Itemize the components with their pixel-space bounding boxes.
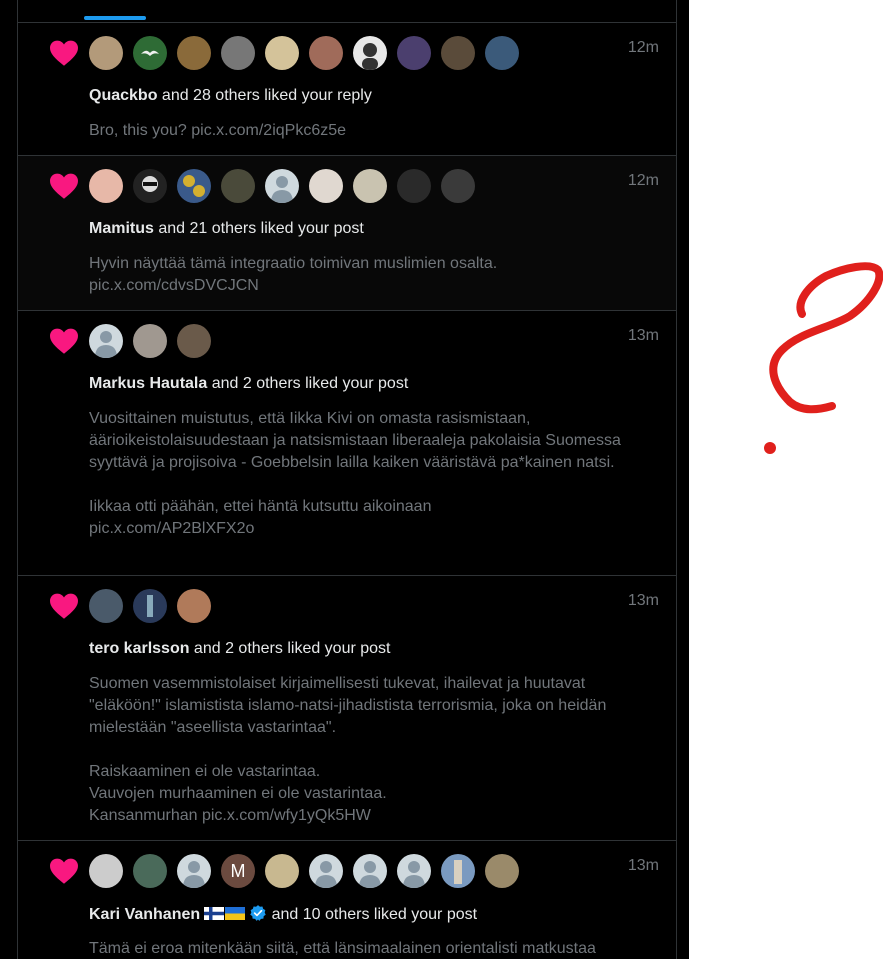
heart-icon (48, 855, 80, 887)
notification-summary: Quackbo and 28 others liked your reply (89, 87, 372, 105)
action-text: and 2 others liked your post (207, 375, 409, 392)
notifications-column: 12m Quackbo and 28 others liked your rep… (17, 0, 677, 959)
avatar[interactable] (221, 169, 255, 203)
notification-item[interactable]: 13m tero karlsson and 2 others liked you… (18, 576, 676, 841)
avatar[interactable] (177, 169, 211, 203)
notification-summary: tero karlsson and 2 others liked your po… (89, 640, 391, 658)
active-tab-indicator (84, 16, 146, 20)
default-avatar-icon[interactable] (353, 854, 387, 888)
default-avatar-icon[interactable] (89, 324, 123, 358)
tab-bar (18, 0, 676, 23)
avatar[interactable] (177, 589, 211, 623)
notification-item[interactable]: 12m Quackbo and 28 others liked your rep… (18, 23, 676, 156)
timestamp[interactable]: 13m (628, 327, 659, 345)
user-name[interactable]: Kari Vanhanen (89, 906, 200, 923)
avatar[interactable] (309, 36, 343, 70)
default-avatar-icon[interactable] (397, 854, 431, 888)
action-text: and 2 others liked your post (189, 640, 391, 657)
avatar[interactable] (221, 36, 255, 70)
avatar[interactable] (265, 36, 299, 70)
timestamp[interactable]: 13m (628, 592, 659, 610)
avatar[interactable] (309, 169, 343, 203)
action-text: and 21 others liked your post (153, 220, 364, 237)
avatar[interactable] (89, 854, 123, 888)
avatar[interactable] (133, 854, 167, 888)
avatar[interactable] (485, 36, 519, 70)
avatar[interactable] (441, 36, 475, 70)
ukraine-flag-icon (225, 907, 246, 920)
timestamp[interactable]: 12m (628, 172, 659, 190)
heart-icon (48, 37, 80, 69)
avatar-letter[interactable]: M (221, 854, 255, 888)
post-text[interactable]: Tämä ei eroa mitenkään siitä, että länsi… (89, 938, 629, 960)
notification-summary: Mamitus and 21 others liked your post (89, 220, 364, 238)
avatar[interactable] (441, 854, 475, 888)
avatar[interactable] (397, 36, 431, 70)
timestamp[interactable]: 12m (628, 39, 659, 57)
default-avatar-icon[interactable] (265, 169, 299, 203)
avatar[interactable] (397, 169, 431, 203)
notification-item[interactable]: 13m Markus Hautala and 2 others liked yo… (18, 311, 676, 576)
notifications-panel: 12m Quackbo and 28 others liked your rep… (0, 0, 689, 959)
timestamp[interactable]: 13m (628, 857, 659, 875)
avatar[interactable] (485, 854, 519, 888)
avatar[interactable] (177, 36, 211, 70)
avatar[interactable] (89, 589, 123, 623)
avatar[interactable] (177, 324, 211, 358)
notification-summary: Kari Vanhanen and 10 others liked your p… (89, 904, 477, 924)
avatar[interactable] (89, 36, 123, 70)
heart-icon (48, 170, 80, 202)
post-text[interactable]: Bro, this you? pic.x.com/2iqPkc6z5e (89, 120, 629, 142)
user-name[interactable]: Markus Hautala (89, 375, 207, 392)
avatar[interactable] (133, 324, 167, 358)
avatar[interactable] (133, 36, 167, 70)
avatar[interactable] (441, 169, 475, 203)
post-text[interactable]: Hyvin näyttää tämä integraatio toimivan … (89, 253, 629, 297)
notification-item[interactable]: M 13m Kari Vanhanen and 10 others liked … (18, 841, 676, 971)
post-text[interactable]: Vuosittainen muistutus, että Iikka Kivi … (89, 408, 629, 540)
avatar[interactable] (265, 854, 299, 888)
question-mark-annotation (764, 262, 883, 454)
verified-badge-icon (250, 905, 266, 921)
notification-item[interactable]: 12m Mamitus and 21 others liked your pos… (18, 156, 676, 311)
avatar[interactable] (353, 36, 387, 70)
default-avatar-icon[interactable] (309, 854, 343, 888)
heart-icon (48, 590, 80, 622)
heart-icon (48, 325, 80, 357)
avatar[interactable] (89, 169, 123, 203)
avatar[interactable] (133, 169, 167, 203)
default-avatar-icon[interactable] (177, 854, 211, 888)
post-text[interactable]: Suomen vasemmistolaiset kirjaimellisesti… (89, 673, 629, 827)
notification-summary: Markus Hautala and 2 others liked your p… (89, 375, 408, 393)
action-text: and 10 others liked your post (267, 906, 478, 923)
user-name[interactable]: Mamitus (89, 220, 154, 237)
avatar[interactable] (353, 169, 387, 203)
avatar[interactable] (133, 589, 167, 623)
user-name[interactable]: Quackbo (89, 87, 157, 104)
user-name[interactable]: tero karlsson (89, 640, 189, 657)
action-text: and 28 others liked your reply (157, 87, 372, 104)
finland-flag-icon (204, 907, 225, 920)
